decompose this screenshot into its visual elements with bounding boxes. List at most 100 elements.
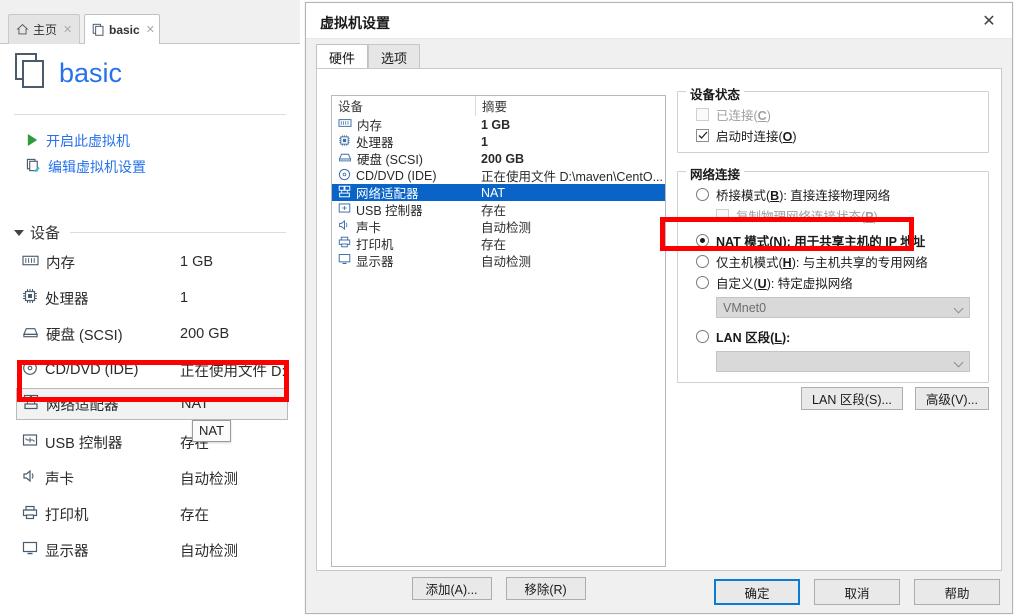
usb-icon (338, 202, 351, 217)
list-item[interactable]: 显示器 自动检测 (22, 532, 288, 568)
connected-checkbox-row[interactable]: 已连接(C) (696, 104, 978, 125)
list-item-label: 处理器 (45, 291, 89, 308)
hardware-panel: 设备 摘要 内存 1 GB 处理器 1 硬盘 (SCSI) 200 GB CD/… (316, 68, 1002, 600)
cpu-icon (22, 288, 38, 308)
tab-basic[interactable]: basic ✕ (84, 14, 160, 44)
list-item-value: 200 GB (180, 326, 230, 342)
lan-segments-button[interactable]: LAN 区段(S)... (801, 387, 903, 410)
cddvd-icon (22, 360, 38, 380)
close-icon[interactable]: ✕ (966, 3, 1012, 39)
radio-icon[interactable] (696, 330, 709, 343)
column-header-device: 设备 (338, 100, 364, 114)
divider (70, 232, 286, 233)
table-row[interactable]: 显示器 自动检测 (332, 252, 665, 269)
vm-title: basic (14, 52, 122, 95)
cancel-button[interactable]: 取消 (814, 579, 900, 605)
radio-host-only-label: 仅主机模式(H): 与主机共享的专用网络 (716, 256, 928, 270)
radio-icon[interactable] (696, 188, 709, 201)
cddvd-icon (338, 168, 351, 184)
list-item-label: 硬盘 (SCSI) (46, 327, 123, 344)
list-item-label: 打印机 (45, 507, 89, 524)
radio-nat-label: NAT 模式(N): 用于共享主机的 IP 地址 (716, 235, 926, 249)
list-item-label: 内存 (46, 255, 75, 272)
advanced-button[interactable]: 高级(V)... (914, 387, 989, 410)
dialog-tab-bar: 硬件 选项 (316, 43, 421, 69)
radio-host-only-row[interactable]: 仅主机模式(H): 与主机共享的专用网络 (696, 251, 978, 272)
list-item[interactable]: 声卡 自动检测 (22, 460, 288, 496)
close-icon[interactable]: ✕ (146, 23, 155, 36)
home-icon (16, 23, 29, 36)
network-connection-group: 网络连接 桥接模式(B): 直接连接物理网络 复制物理网络连接状态(P) NAT… (677, 164, 989, 383)
list-item[interactable]: 打印机 存在 (22, 496, 288, 532)
memory-icon (338, 117, 352, 132)
custom-network-select[interactable]: VMnet0 (716, 297, 970, 318)
tab-hardware[interactable]: 硬件 (316, 44, 369, 69)
table-row[interactable]: CD/DVD (IDE) 正在使用文件 D:\maven\CentO... (332, 167, 665, 184)
vm-icon (14, 52, 48, 95)
add-button[interactable]: 添加(A)... (411, 577, 492, 600)
list-item[interactable]: CD/DVD (IDE) 正在使用文件 D: (22, 352, 288, 388)
list-item-value: NAT (181, 396, 209, 412)
tab-strip: 主页 ✕ basic ✕ (0, 0, 300, 44)
radio-lan-segment-row[interactable]: LAN 区段(L): (696, 326, 978, 347)
settings-icon (26, 158, 41, 176)
edit-vm-settings-action[interactable]: 编辑虚拟机设置 (26, 154, 146, 180)
ok-button[interactable]: 确定 (714, 579, 800, 605)
radio-icon[interactable] (696, 255, 709, 268)
list-item-label: USB 控制器 (45, 435, 123, 452)
divider (14, 114, 286, 115)
radio-icon[interactable] (696, 276, 709, 289)
list-item[interactable]: 处理器 1 (22, 280, 288, 316)
devices-section-header[interactable]: 设备 (14, 222, 286, 243)
table-row[interactable]: 硬盘 (SCSI) 200 GB (332, 150, 665, 167)
device-status-group: 设备状态 已连接(C) 启动时连接(O) (677, 84, 989, 153)
remove-button[interactable]: 移除(R) (505, 577, 586, 600)
radio-custom-label: 自定义(U): 特定虚拟网络 (716, 277, 853, 291)
replicate-physical-state-row[interactable]: 复制物理网络连接状态(P) (716, 205, 978, 226)
device-table[interactable]: 设备 摘要 内存 1 GB 处理器 1 硬盘 (SCSI) 200 GB CD/… (331, 95, 666, 567)
radio-nat-row[interactable]: NAT 模式(N): 用于共享主机的 IP 地址 (696, 230, 978, 251)
harddisk-icon (338, 151, 352, 166)
checkbox-icon[interactable] (716, 209, 729, 222)
page-title: basic (59, 58, 123, 88)
list-item[interactable]: USB 控制器 存在 (22, 424, 288, 460)
radio-custom-row[interactable]: 自定义(U): 特定虚拟网络 (696, 272, 978, 293)
table-row-network-adapter[interactable]: 网络适配器 NAT (332, 184, 665, 201)
table-row[interactable]: 内存 1 GB (332, 116, 665, 133)
printer-icon (22, 505, 38, 524)
close-icon[interactable]: ✕ (63, 23, 72, 36)
table-row[interactable]: USB 控制器 存在 (332, 201, 665, 218)
harddisk-icon (22, 325, 39, 343)
table-row[interactable]: 处理器 1 (332, 133, 665, 150)
chevron-down-icon (953, 303, 964, 314)
network-icon (338, 185, 351, 201)
display-icon (338, 253, 351, 268)
table-header: 设备 摘要 (332, 96, 665, 116)
help-button[interactable]: 帮助 (914, 579, 1000, 605)
table-row[interactable]: 打印机 存在 (332, 235, 665, 252)
dialog-body: 硬件 选项 设备 摘要 内存 1 GB 处理器 1 硬盘 (SCSI) 200 … (306, 39, 1012, 613)
dialog-footer: 确定 取消 帮助 (714, 579, 1000, 605)
cpu-icon (338, 134, 351, 150)
checkbox-icon[interactable] (696, 129, 709, 142)
vm-icon (92, 23, 105, 37)
list-item[interactable]: 硬盘 (SCSI) 200 GB (22, 316, 288, 352)
radio-bridged-row[interactable]: 桥接模式(B): 直接连接物理网络 (696, 184, 978, 205)
list-item[interactable]: 内存 1 GB (22, 244, 288, 280)
radio-icon[interactable] (696, 234, 709, 247)
connect-at-power-on-checkbox-row[interactable]: 启动时连接(O) (696, 125, 978, 146)
table-row[interactable]: 声卡 自动检测 (332, 218, 665, 235)
tab-home[interactable]: 主页 ✕ (8, 14, 80, 44)
tab-options[interactable]: 选项 (368, 44, 421, 69)
power-on-vm-action[interactable]: 开启此虚拟机 (26, 128, 146, 154)
device-status-legend: 设备状态 (686, 84, 745, 103)
lan-segment-select[interactable] (716, 351, 970, 372)
connect-at-power-on-label: 启动时连接(O) (716, 130, 797, 144)
checkbox-icon[interactable] (696, 108, 709, 121)
table-action-buttons: 添加(A)... 移除(R) (331, 577, 666, 600)
list-item-network-adapter[interactable]: 网络适配器 NAT (16, 388, 288, 420)
list-item-value: 1 GB (180, 254, 214, 270)
display-icon (22, 541, 38, 559)
list-item-value: 自动检测 (180, 543, 238, 560)
table-cell-summary: 1 (481, 134, 488, 149)
